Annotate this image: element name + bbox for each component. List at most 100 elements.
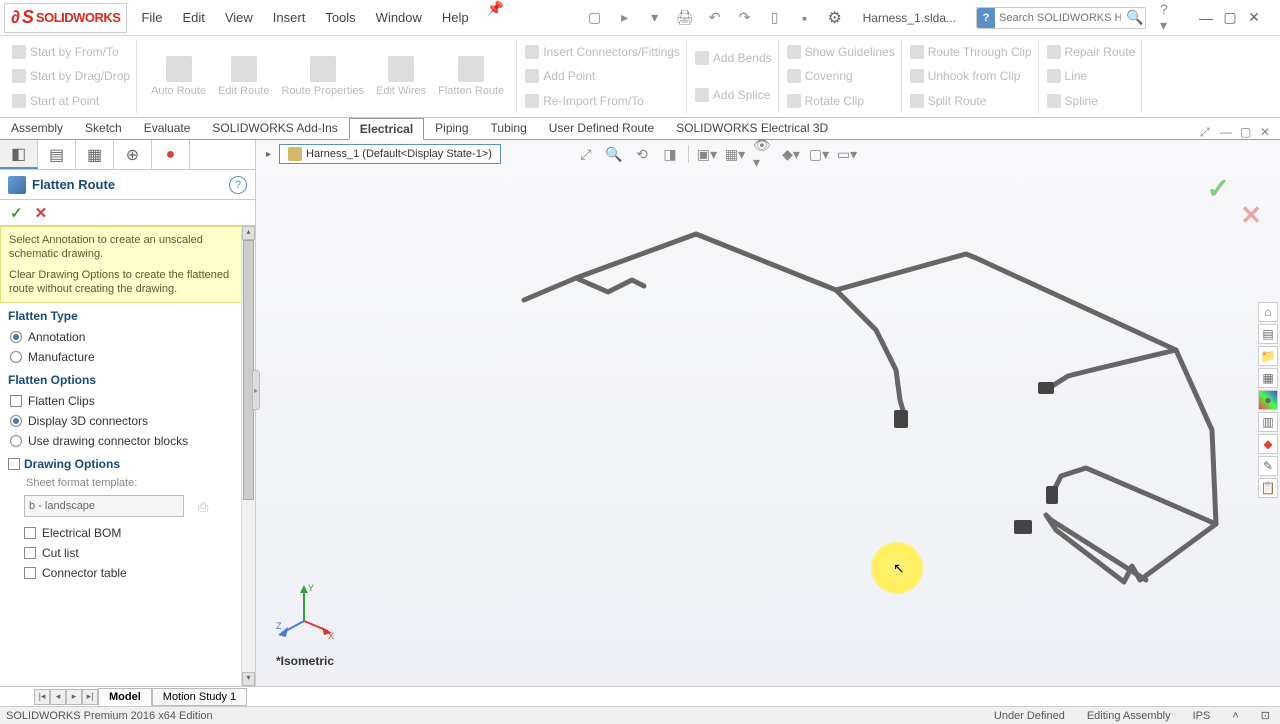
cmd-start-drag-drop[interactable]: Start by Drag/Drop [12, 67, 130, 85]
display-manager-tab-icon[interactable]: ● [152, 140, 190, 169]
tab-nav-next-icon[interactable]: ▸ [66, 689, 82, 705]
tab-tubing[interactable]: Tubing [480, 117, 538, 139]
opt-manufacture[interactable]: Manufacture [0, 347, 255, 367]
cmd-route-properties[interactable]: Route Properties [275, 40, 370, 113]
scroll-up-icon[interactable]: ▴ [242, 226, 255, 240]
section-drawing-options[interactable]: Drawing Options˄ [0, 451, 255, 475]
tab-nav-prev-icon[interactable]: ◂ [50, 689, 66, 705]
opt-flatten-clips[interactable]: Flatten Clips [0, 391, 255, 411]
radio-icon[interactable] [10, 415, 22, 427]
search-input[interactable] [995, 12, 1125, 24]
cmd-repair-route[interactable]: Repair Route [1047, 43, 1136, 61]
cmd-edit-route[interactable]: Edit Route [212, 40, 275, 113]
cmd-add-bends[interactable]: Add Bends [695, 49, 772, 67]
cmd-start-from-to[interactable]: Start by From/To [12, 43, 130, 61]
forum-icon[interactable]: ✎ [1258, 456, 1278, 476]
view-orientation-icon[interactable]: ▣▾ [697, 144, 717, 164]
maximize-icon[interactable]: ▢ [1220, 8, 1240, 28]
pin-icon[interactable]: 📌 [479, 0, 512, 36]
cmd-show-guidelines[interactable]: Show Guidelines [787, 43, 895, 61]
new-icon[interactable]: ▢ [587, 10, 603, 26]
pm-scrollbar[interactable]: ▴ ▾ [241, 226, 255, 686]
cmd-auto-route[interactable]: Auto Route [145, 40, 212, 113]
cmd-start-at-point[interactable]: Start at Point [12, 92, 130, 110]
options-gear-icon[interactable]: ⚙ [827, 10, 843, 26]
help-dropdown-icon[interactable]: ? ▾ [1160, 10, 1176, 26]
opt-annotation[interactable]: Annotation [0, 327, 255, 347]
tab-assembly[interactable]: Assembly [0, 117, 74, 139]
tab-model[interactable]: Model [98, 688, 152, 706]
help-search[interactable]: ? 🔍 [976, 7, 1146, 29]
cmd-edit-wires[interactable]: Edit Wires [370, 40, 432, 113]
tab-nav-last-icon[interactable]: ▸| [82, 689, 98, 705]
apply-scene-icon[interactable]: ▢▾ [809, 144, 829, 164]
radio-icon[interactable] [10, 351, 22, 363]
hide-show-icon[interactable]: 👁▾ [753, 144, 773, 164]
panel-collapse-handle[interactable]: ▸ [252, 370, 260, 410]
browse-icon[interactable]: ⎙ [198, 499, 216, 517]
tab-sketch[interactable]: Sketch [74, 117, 133, 139]
scroll-down-icon[interactable]: ▾ [242, 672, 255, 686]
zoom-fit-icon[interactable]: ⤢ [576, 144, 596, 164]
section-flatten-options[interactable]: Flatten Options˄ [0, 367, 255, 391]
close-icon[interactable]: ✕ [1244, 8, 1264, 28]
config-manager-tab-icon[interactable]: ▦ [76, 140, 114, 169]
cmd-unhook-clip[interactable]: Unhook from Clip [910, 67, 1032, 85]
breadcrumb-chip[interactable]: Harness_1 (Default<Display State-1>) [279, 144, 501, 164]
radio-icon[interactable] [10, 331, 22, 343]
tab-motion-study[interactable]: Motion Study 1 [152, 688, 247, 706]
zoom-area-icon[interactable]: 🔍 [604, 144, 624, 164]
tab-udr[interactable]: User Defined Route [538, 117, 665, 139]
redo-icon[interactable]: ↷ [737, 10, 753, 26]
design-library-icon[interactable]: 📁 [1258, 346, 1278, 366]
cmd-add-point[interactable]: Add Point [525, 67, 680, 85]
section-flatten-type[interactable]: Flatten Type˄ [0, 303, 255, 327]
radio-icon[interactable] [10, 435, 22, 447]
status-custom-icon[interactable]: ⊡ [1257, 709, 1274, 722]
zoom-previous-icon[interactable]: ⟲ [632, 144, 652, 164]
view-triad[interactable]: Y X Z [276, 581, 336, 646]
checkbox-icon[interactable] [8, 458, 20, 470]
display-style-icon[interactable]: ▦▾ [725, 144, 745, 164]
cmd-route-through-clip[interactable]: Route Through Clip [910, 43, 1032, 61]
tab-piping[interactable]: Piping [424, 117, 479, 139]
cmd-add-splice[interactable]: Add Splice [695, 86, 772, 104]
search-icon[interactable]: 🔍 [1125, 9, 1145, 26]
menu-help[interactable]: Help [432, 0, 479, 36]
restore-pane-icon[interactable]: ▢ [1240, 125, 1254, 139]
paste-icon[interactable]: 📋 [1258, 478, 1278, 498]
opt-electrical-bom[interactable]: Electrical BOM [0, 523, 255, 543]
close-pane-icon[interactable]: ✕ [1260, 125, 1274, 139]
tab-nav-first-icon[interactable]: |◂ [34, 689, 50, 705]
save-icon[interactable]: ▾ [647, 10, 663, 26]
open-icon[interactable]: ▸ [617, 10, 633, 26]
pm-cancel-button[interactable]: ✕ [35, 204, 48, 222]
custom-props-icon[interactable]: ◆ [1258, 434, 1278, 454]
file-explorer-icon[interactable]: ▦ [1258, 368, 1278, 388]
menu-window[interactable]: Window [366, 0, 432, 36]
tab-electrical[interactable]: Electrical [349, 118, 424, 140]
tab-evaluate[interactable]: Evaluate [133, 117, 202, 139]
view-settings-icon[interactable]: ▭▾ [837, 144, 857, 164]
opt-cut-list[interactable]: Cut list [0, 543, 255, 563]
breadcrumb-expand-icon[interactable]: ▸ [262, 149, 275, 160]
pm-ok-button[interactable]: ✓ [10, 204, 23, 222]
resources-icon[interactable]: ▤ [1258, 324, 1278, 344]
checkbox-icon[interactable] [24, 527, 36, 539]
cmd-reimport[interactable]: Re-Import From/To [525, 92, 680, 110]
section-view-icon[interactable]: ◨ [660, 144, 680, 164]
view-palette-icon[interactable]: ● [1258, 390, 1278, 410]
checkbox-icon[interactable] [24, 567, 36, 579]
cmd-split-route[interactable]: Split Route [910, 92, 1032, 110]
opt-use-drawing-blocks[interactable]: Use drawing connector blocks [0, 431, 255, 451]
edit-appearance-icon[interactable]: ◆▾ [781, 144, 801, 164]
undo-icon[interactable]: ↶ [707, 10, 723, 26]
cmd-spline[interactable]: Spline [1047, 92, 1136, 110]
print-icon[interactable]: 🖨 [677, 10, 693, 26]
expand-icon[interactable]: ⤢ [1200, 125, 1214, 139]
home-icon[interactable]: ⌂ [1258, 302, 1278, 322]
cmd-line[interactable]: Line [1047, 67, 1136, 85]
confirm-corner-cancel-icon[interactable]: ✕ [1240, 200, 1262, 231]
pm-help-icon[interactable]: ? [229, 176, 247, 194]
cmd-covering[interactable]: Covering [787, 67, 895, 85]
